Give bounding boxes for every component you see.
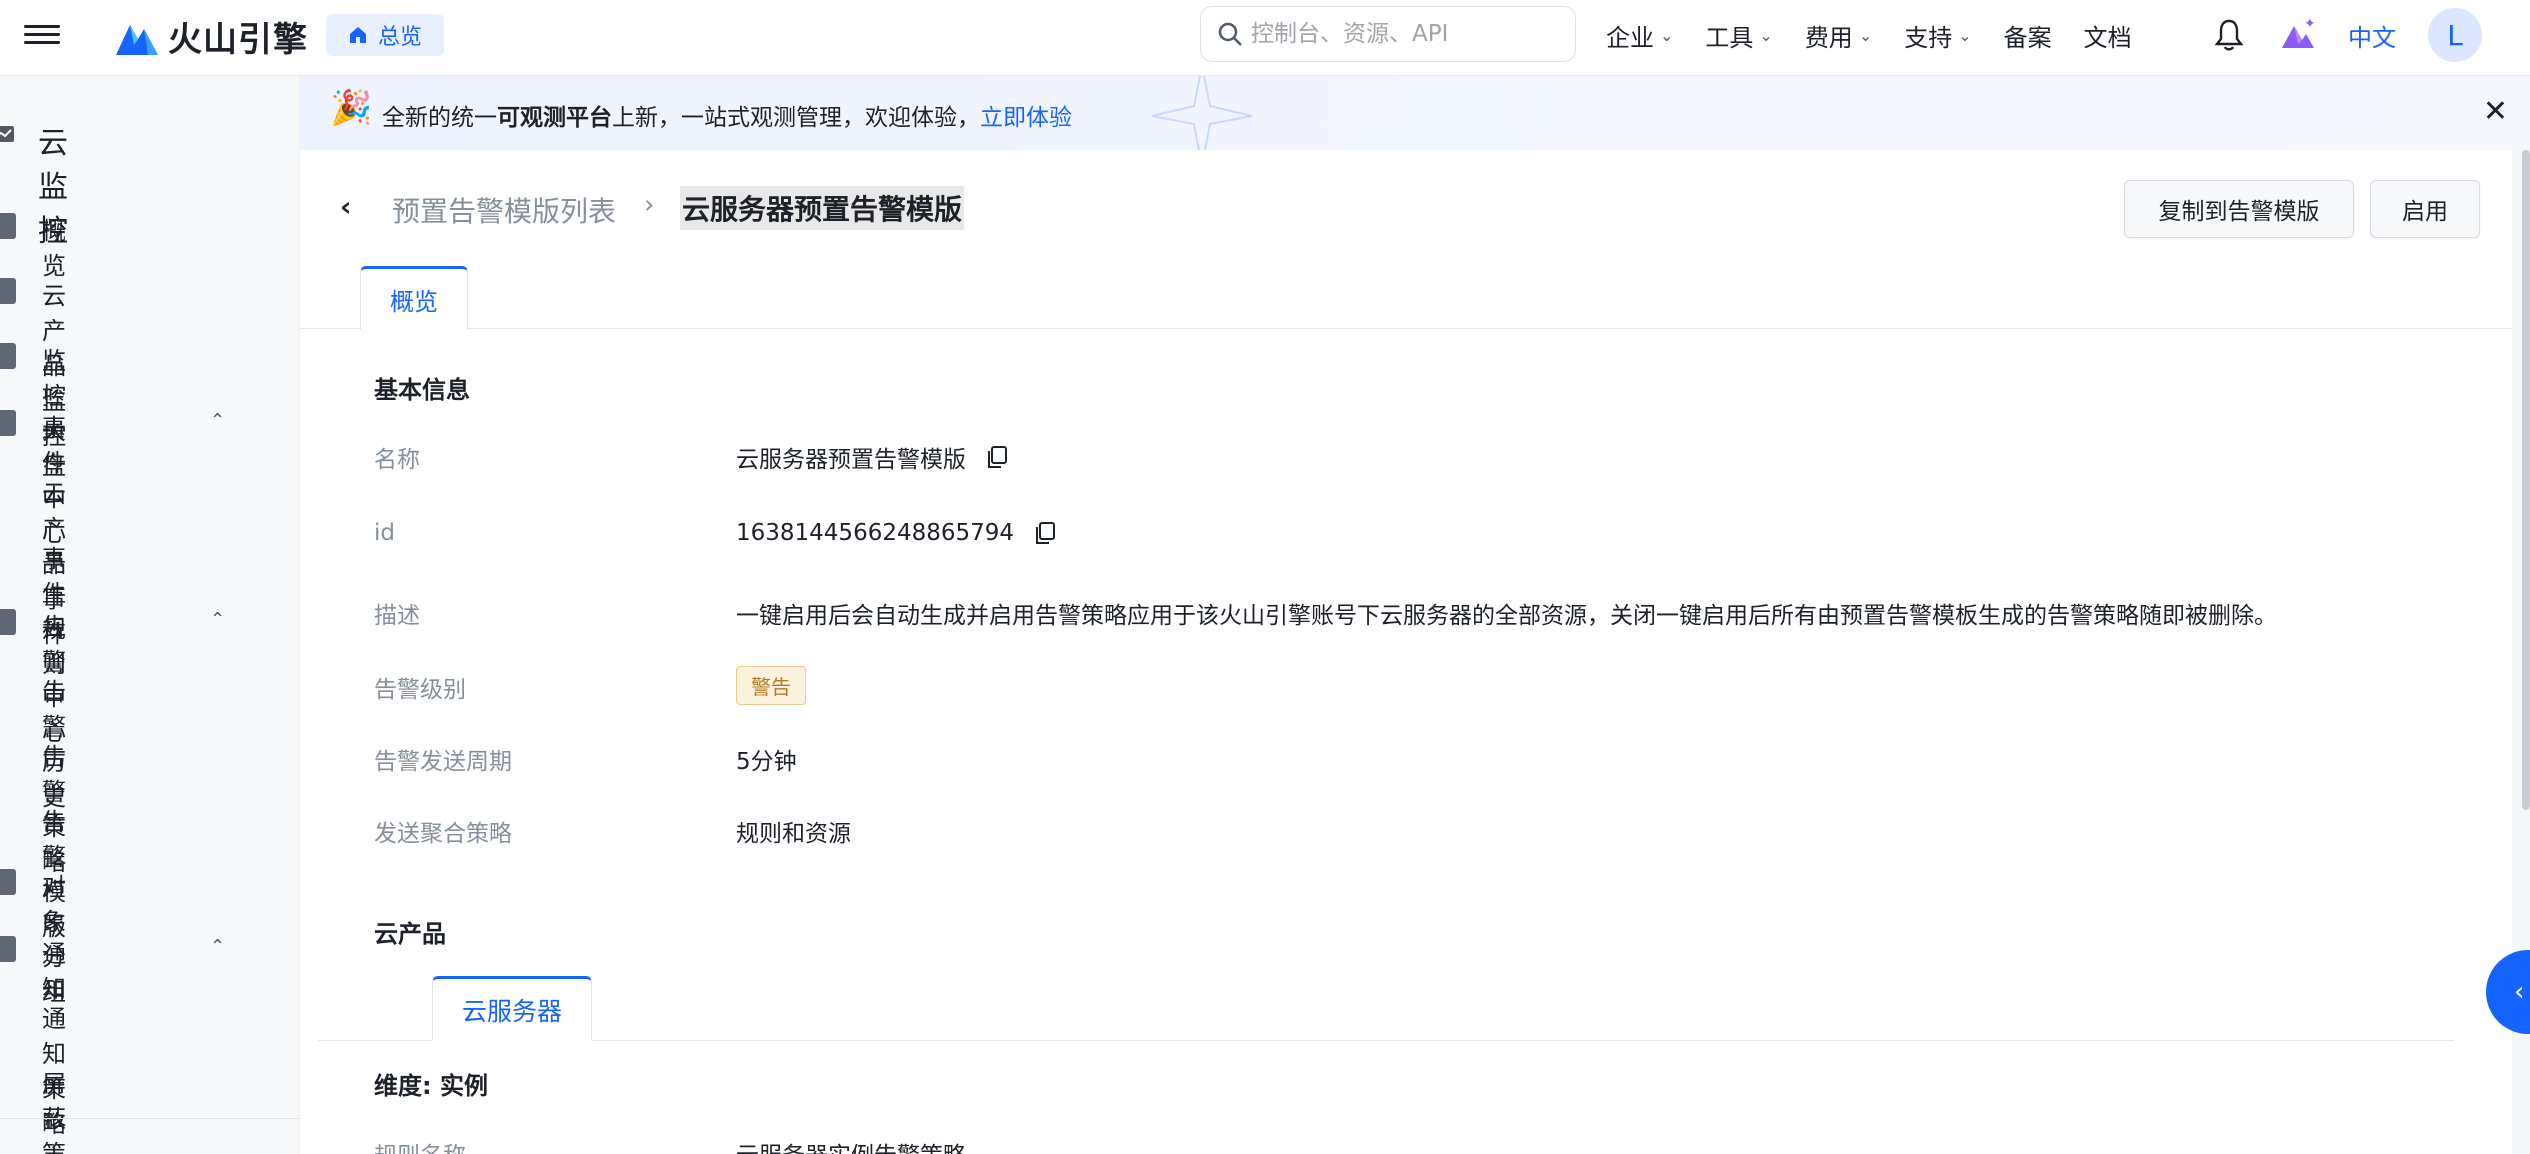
nav-support[interactable]: 支持 ⌄	[1904, 18, 1971, 53]
field-value-description: 一键启用后会自动生成并启用告警策略应用于该火山引擎账号下云服务器的全部资源，关闭…	[736, 603, 2277, 629]
sidebar-divider	[0, 1118, 300, 1119]
nav-enterprise-label: 企业	[1606, 23, 1654, 52]
field-label-alert-level: 告警级别	[374, 677, 466, 703]
copy-icon[interactable]	[1034, 521, 1056, 545]
field-value-aggregation: 规则和资源	[736, 821, 851, 847]
sidebar-item-notification[interactable]: 通知	[42, 934, 66, 1004]
breadcrumb-parent[interactable]: 预置告警模版列表	[392, 190, 616, 230]
product-tabs-divider	[318, 1040, 2454, 1041]
tabs-divider	[300, 328, 2512, 329]
field-label-id: id	[374, 520, 395, 546]
nav-docs-label: 文档	[2083, 23, 2132, 52]
party-popper-icon: 🎉	[330, 88, 373, 128]
chevron-down-icon: ⌄	[1660, 25, 1674, 45]
template-name: 云服务器预置告警模版	[736, 447, 966, 473]
nav-support-label: 支持	[1904, 23, 1953, 52]
cloud-product-title: 云产品	[374, 920, 446, 948]
ai-assistant-icon[interactable]: ✦	[2280, 16, 2316, 52]
language-switch[interactable]: 中文	[2348, 18, 2396, 53]
enable-button[interactable]: 启用	[2370, 180, 2480, 238]
svg-text:✦: ✦	[2304, 16, 2316, 32]
breadcrumb-separator: ›	[644, 190, 655, 220]
nav-billing-label: 费用	[1804, 23, 1853, 52]
page-title: 云服务器预置告警模版	[680, 186, 965, 230]
overview-nav-label: 总览	[378, 25, 423, 50]
banner-text: 全新的统一可观测平台上新，一站式观测管理，欢迎体验，立即体验	[382, 98, 1072, 132]
scrollbar[interactable]	[2522, 150, 2530, 810]
nav-filing[interactable]: 备案	[2004, 18, 2052, 53]
chevron-up-icon[interactable]: ⌃	[210, 609, 225, 630]
sidebar-item-overview[interactable]: 概览	[42, 211, 66, 281]
alert-level-badge: 警告	[736, 666, 806, 705]
sidebar-item-mute-policy[interactable]: 屏蔽策略	[42, 1064, 66, 1154]
main-content: ‹ 预置告警模版列表 › 云服务器预置告警模版 复制到告警模版 启用 概览 基本…	[300, 150, 2512, 1154]
brand-name: 火山引擎	[168, 20, 308, 60]
alarm-icon	[0, 609, 16, 635]
field-value-id: 1638144566248865794	[736, 520, 1056, 546]
home-icon	[0, 213, 16, 239]
field-value-name: 云服务器预置告警模版	[736, 440, 1008, 474]
field-value-alert-level: 警告	[736, 666, 806, 705]
field-label-aggregation: 发送聚合策略	[374, 821, 512, 847]
dimension-title: 维度: 实例	[374, 1072, 488, 1100]
basic-info-title: 基本信息	[374, 376, 470, 404]
chevron-up-icon[interactable]: ⌃	[210, 410, 225, 431]
nav-tools[interactable]: 工具 ⌄	[1705, 18, 1772, 53]
brand-logo[interactable]: 火山引擎	[114, 12, 308, 61]
close-icon[interactable]: ✕	[2483, 94, 2508, 129]
overview-nav-button[interactable]: 总览	[326, 14, 445, 56]
nav-docs[interactable]: 文档	[2084, 18, 2132, 53]
global-search[interactable]	[1200, 6, 1576, 62]
chevron-down-icon: ⌄	[1958, 25, 1972, 45]
copy-to-template-button[interactable]: 复制到告警模版	[2124, 180, 2354, 238]
tab-overview[interactable]: 概览	[360, 266, 468, 330]
monitor-icon	[0, 126, 14, 142]
banner-suffix: 上新，一站式观测管理，欢迎体验，	[612, 105, 980, 131]
menu-icon[interactable]	[24, 20, 60, 50]
group-icon	[0, 869, 16, 895]
search-input[interactable]	[1251, 21, 1551, 47]
grid-icon	[0, 278, 16, 304]
back-arrow-icon[interactable]: ‹	[340, 190, 352, 223]
banner-bold: 可观测平台	[497, 105, 612, 131]
chevron-down-icon: ⌄	[1858, 25, 1873, 45]
home-icon	[350, 27, 366, 43]
notify-icon	[0, 936, 16, 962]
nav-tools-label: 工具	[1705, 23, 1754, 52]
decorative-star-icon	[1151, 76, 1253, 150]
announcement-banner: 🎉 全新的统一可观测平台上新，一站式观测管理，欢迎体验，立即体验 ✕	[300, 76, 2530, 150]
field-label-send-period: 告警发送周期	[374, 749, 512, 775]
nav-filing-label: 备案	[2003, 23, 2052, 52]
bell-icon[interactable]	[2214, 18, 2244, 52]
top-navbar: 火山引擎 总览 企业⌄ 工具⌄ 费用⌄ 支持⌄ 备案 文档 ✦ 中文 L	[0, 0, 2530, 76]
try-now-link[interactable]: 立即体验	[980, 105, 1072, 131]
field-value-rule-name: 云服务器实例告警策略	[736, 1136, 966, 1154]
copy-icon[interactable]	[986, 445, 1008, 469]
nav-enterprise[interactable]: 企业 ⌄	[1606, 18, 1673, 53]
field-label-name: 名称	[374, 447, 420, 473]
volcano-logo-icon	[116, 24, 158, 55]
top-nav-menu: 企业 ⌄ 工具 ⌄ 费用 ⌄ 支持 ⌄ 备案 文档	[1606, 0, 2164, 70]
template-id: 1638144566248865794	[736, 520, 1015, 546]
chevron-down-icon: ⌄	[1759, 25, 1773, 45]
banner-prefix: 全新的统一	[382, 105, 497, 131]
user-avatar[interactable]: L	[2428, 8, 2482, 62]
chevron-up-icon[interactable]: ⌃	[210, 936, 225, 957]
nav-billing[interactable]: 费用 ⌄	[1805, 18, 1872, 53]
search-icon	[1218, 22, 1242, 46]
tab-cloud-server[interactable]: 云服务器	[432, 976, 592, 1041]
event-icon	[0, 410, 16, 436]
field-value-send-period: 5分钟	[736, 749, 797, 775]
dashboard-icon	[0, 343, 16, 369]
field-label-rule-name: 规则名称	[374, 1136, 466, 1154]
field-label-description: 描述	[374, 603, 420, 629]
